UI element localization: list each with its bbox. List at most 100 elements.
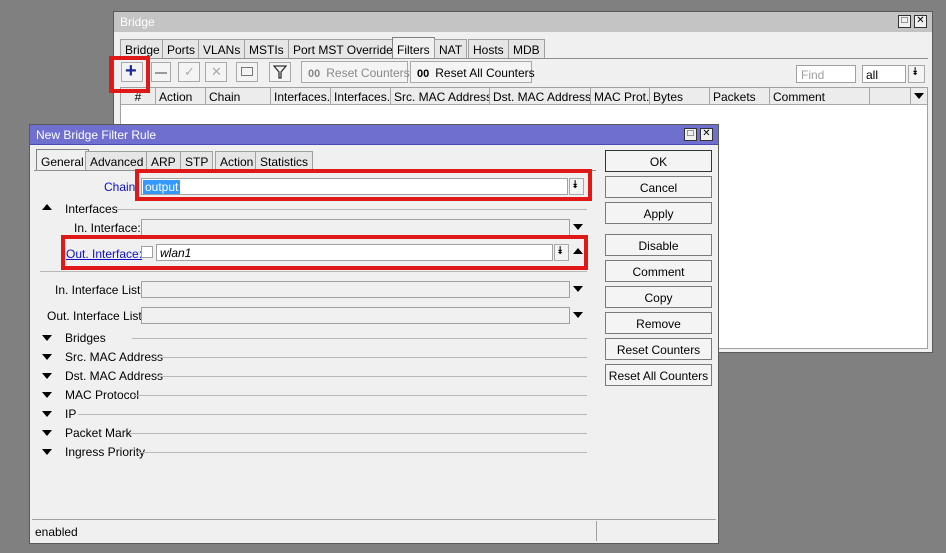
interfaces-section-title[interactable]: Interfaces (65, 202, 118, 216)
col-dst-mac[interactable]: Dst. MAC Address... (490, 88, 591, 105)
expand-dst-mac-icon[interactable] (42, 373, 52, 379)
column-menu-button[interactable] (910, 88, 927, 105)
section-ingress-priority[interactable]: Ingress Priority (65, 445, 145, 459)
remove-button[interactable]: Remove (605, 312, 712, 334)
expand-packet-mark-icon[interactable] (42, 430, 52, 436)
tab-hosts[interactable]: Hosts (468, 39, 509, 59)
tab-general[interactable]: General (36, 149, 89, 171)
check-icon: ✓ (184, 64, 195, 79)
reset-all-counters-label: Reset All Counters (435, 66, 535, 80)
in-interface-label: In. Interface: (74, 221, 141, 235)
section-mac-protocol[interactable]: MAC Protocol (65, 388, 139, 402)
expand-bridges-icon[interactable] (42, 335, 52, 341)
close-icon[interactable]: ✕ (914, 15, 927, 28)
col-comment[interactable]: Comment (770, 88, 870, 105)
tab-mdb[interactable]: MDB (508, 39, 545, 59)
tab-action[interactable]: Action (215, 151, 259, 171)
section-packet-mark[interactable]: Packet Mark (65, 426, 132, 440)
expand-mac-protocol-icon[interactable] (42, 392, 52, 398)
expand-src-mac-icon[interactable] (42, 354, 52, 360)
in-interface-input[interactable] (141, 219, 570, 236)
section-line (130, 433, 587, 434)
chevron-down-icon[interactable] (573, 312, 583, 318)
bridge-window-title: Bridge (120, 15, 155, 29)
disable-button[interactable]: Disable (605, 234, 712, 256)
comment-button[interactable]: Comment (605, 260, 712, 282)
reset-counters-label: Reset Counters (326, 66, 410, 80)
col-mac-protocol[interactable]: MAC Prot... (591, 88, 650, 105)
section-line (115, 209, 587, 210)
col-action[interactable]: Action (156, 88, 206, 105)
chevron-down-icon (914, 93, 924, 99)
section-line (134, 395, 587, 396)
col-chain[interactable]: Chain (206, 88, 271, 105)
col-in-interface[interactable]: Interfaces... (271, 88, 331, 105)
minus-icon (155, 72, 167, 74)
filter-select[interactable]: all (862, 65, 906, 83)
collapse-interfaces-icon[interactable] (42, 204, 52, 210)
section-line (40, 271, 587, 272)
filter-select-value: all (866, 68, 879, 82)
ok-button[interactable]: OK (605, 150, 712, 172)
tab-stp[interactable]: STP (180, 151, 214, 171)
disable-button[interactable]: ✕ (205, 62, 227, 82)
tab-advanced[interactable]: Advanced (85, 151, 149, 171)
col-out-interface[interactable]: Interfaces... (331, 88, 391, 105)
expand-ingress-priority-icon[interactable] (42, 449, 52, 455)
remove-button[interactable] (151, 62, 171, 82)
rule-window-title: New Bridge Filter Rule (36, 128, 157, 142)
tab-ports[interactable]: Ports (162, 39, 201, 59)
cancel-button[interactable]: Cancel (605, 176, 712, 198)
section-ip[interactable]: IP (65, 407, 76, 421)
status-bar: enabled (32, 521, 716, 541)
filter-select-dropdown[interactable]: ⯯ (908, 65, 925, 83)
enable-button[interactable]: ✓ (178, 62, 200, 82)
expand-ip-icon[interactable] (42, 411, 52, 417)
section-dst-mac-address[interactable]: Dst. MAC Address (65, 369, 163, 383)
out-interface-list-input[interactable] (141, 307, 570, 324)
section-src-mac-address[interactable]: Src. MAC Address (65, 350, 163, 364)
table-header: # Action Chain Interfaces... Interfaces.… (121, 88, 927, 105)
comment-button[interactable] (236, 62, 258, 82)
highlight-chain-field (135, 169, 592, 201)
chevron-down-icon: ⯯ (912, 66, 919, 78)
reset-all-counters-button[interactable]: Reset All Counters (605, 364, 712, 386)
tab-divider (118, 58, 928, 59)
bridge-window-titlebar[interactable]: Bridge (114, 12, 932, 32)
find-placeholder: Find (801, 68, 825, 82)
maximize-icon[interactable]: □ (684, 128, 697, 141)
status-divider (32, 519, 716, 520)
in-interface-list-input[interactable] (141, 281, 570, 298)
chain-label: Chain: (104, 180, 139, 194)
tab-filters[interactable]: Filters (392, 37, 435, 59)
counter-icon: 00 (308, 68, 321, 80)
section-line (154, 357, 587, 358)
reset-counters-button[interactable]: 00 Reset Counters (301, 61, 410, 83)
highlight-out-interface-field (61, 235, 588, 270)
col-src-mac[interactable]: Src. MAC Address... (391, 88, 490, 105)
tab-arp[interactable]: ARP (146, 151, 181, 171)
tab-nat[interactable]: NAT (434, 39, 468, 59)
rule-tab-strip: General Advanced ARP STP Action Statisti… (36, 149, 596, 171)
tab-mstis[interactable]: MSTIs (244, 39, 289, 59)
maximize-icon[interactable]: □ (898, 15, 911, 28)
reset-counters-button[interactable]: Reset Counters (605, 338, 712, 360)
section-bridges[interactable]: Bridges (65, 331, 106, 345)
tab-vlans[interactable]: VLANs (198, 39, 246, 59)
find-input[interactable]: Find (796, 65, 856, 83)
rule-window-titlebar[interactable]: New Bridge Filter Rule (30, 125, 718, 145)
close-icon[interactable]: ✕ (700, 128, 713, 141)
filter-button[interactable] (269, 62, 291, 82)
col-packets[interactable]: Packets (710, 88, 770, 105)
note-icon (241, 67, 253, 76)
tab-port-mst-overrides[interactable]: Port MST Overrides (288, 39, 404, 59)
tab-statistics[interactable]: Statistics (255, 151, 314, 171)
chevron-down-icon[interactable] (573, 224, 583, 230)
section-line (132, 338, 587, 339)
col-bytes[interactable]: Bytes (650, 88, 710, 105)
chevron-down-icon[interactable] (573, 286, 583, 292)
funnel-icon (273, 65, 287, 79)
apply-button[interactable]: Apply (605, 202, 712, 224)
reset-all-counters-button[interactable]: 00 Reset All Counters (410, 61, 535, 83)
copy-button[interactable]: Copy (605, 286, 712, 308)
